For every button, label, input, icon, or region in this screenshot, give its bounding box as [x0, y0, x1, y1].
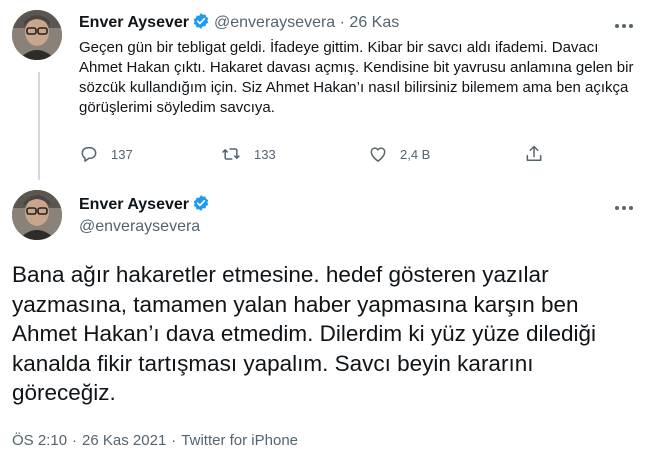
share-icon — [526, 145, 542, 161]
more-options-icon[interactable] — [614, 200, 634, 211]
tweet-time[interactable]: ÖS 2:10 — [12, 432, 67, 449]
avatar[interactable] — [12, 10, 62, 60]
tweet-date[interactable]: 26 Kas 2021 — [82, 432, 166, 449]
heart-icon — [370, 147, 386, 162]
action-bar: 137 133 2,4 B — [79, 144, 559, 166]
tweet-date[interactable]: 26 Kas — [349, 14, 399, 31]
display-name[interactable]: Enver Aysever — [79, 196, 189, 213]
separator: · — [171, 432, 177, 449]
tweet1-text: Geçen gün bir tebligat geldi. İfadeye gi… — [79, 39, 634, 116]
reply-icon — [81, 147, 97, 162]
tweet-metadata: ÖS 2:10 · 26 Kas 2021 · Twitter for iPhone — [12, 432, 298, 449]
reply-button[interactable]: 137 — [79, 144, 133, 164]
separator: · — [339, 14, 345, 31]
retweet-count: 133 — [254, 146, 276, 162]
more-options-icon[interactable] — [614, 18, 634, 29]
retweet-button[interactable]: 133 — [220, 144, 276, 164]
avatar-photo — [12, 190, 62, 240]
separator: · — [72, 432, 78, 449]
retweet-icon — [222, 148, 240, 160]
tweet2-header: Enver Aysever — [79, 194, 214, 217]
avatar[interactable] — [12, 190, 62, 240]
display-name[interactable]: Enver Aysever — [79, 14, 189, 31]
like-count: 2,4 B — [400, 146, 431, 162]
verified-badge-icon — [192, 12, 210, 35]
tweet2-text: Bana ağır hakaretler etmesine. hedef gös… — [12, 262, 596, 405]
thread-line — [38, 72, 40, 180]
tweet1-header: Enver Aysever @enveraysevera · 26 Kas — [79, 12, 399, 35]
verified-badge-icon — [192, 194, 210, 217]
share-button[interactable] — [524, 144, 556, 164]
handle[interactable]: @enveraysevera — [79, 218, 200, 236]
reply-count: 137 — [111, 146, 133, 162]
handle[interactable]: @enveraysevera — [214, 14, 335, 31]
tweet-source[interactable]: Twitter for iPhone — [181, 432, 298, 449]
avatar-photo — [12, 10, 62, 60]
like-button[interactable]: 2,4 B — [368, 144, 430, 164]
